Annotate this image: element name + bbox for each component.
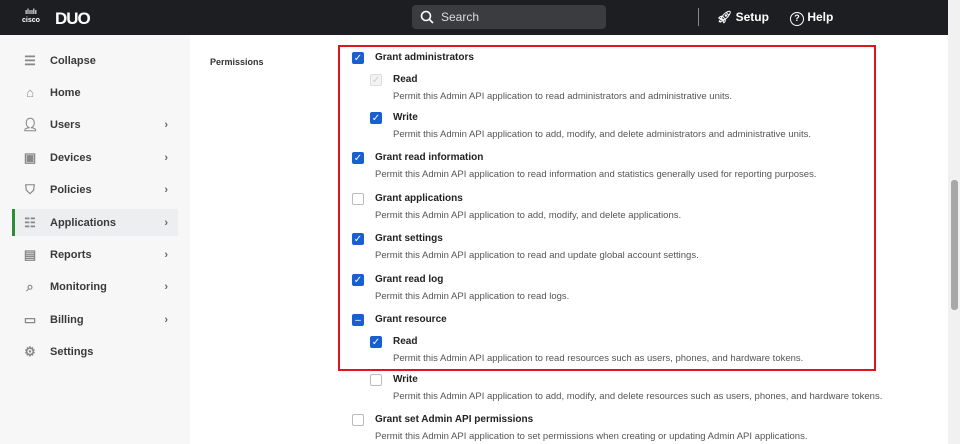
help-button[interactable]: ? Help [790, 10, 833, 26]
chevron-right-icon: › [164, 183, 168, 196]
sidebar-item-collapse[interactable]: ☰ Collapse [12, 47, 178, 74]
menu-icon: ☰ [24, 52, 36, 68]
sidebar-item-label: Monitoring [50, 280, 107, 293]
setup-button[interactable]: 🚀︎ Setup [717, 10, 769, 24]
permission-title: Write [393, 374, 418, 385]
sidebar-item-devices[interactable]: ▣ Devices › [12, 144, 178, 171]
shield-icon: ⛉ [25, 181, 35, 197]
setup-label: Setup [735, 10, 769, 24]
sidebar-item-label: Applications [50, 216, 117, 229]
divider [698, 8, 699, 26]
sidebar-item-users[interactable]: 👤︎ Users › [12, 111, 178, 138]
applications-icon: ☷ [24, 214, 36, 230]
permissions-label: Permissions [210, 57, 264, 67]
help-icon: ? [790, 12, 804, 26]
chevron-right-icon: › [164, 118, 168, 131]
home-icon: ⌂ [26, 84, 34, 100]
chevron-right-icon: › [164, 280, 168, 293]
checkbox[interactable] [370, 374, 382, 386]
sidebar-item-label: Devices [50, 151, 92, 164]
chevron-right-icon: › [164, 151, 168, 164]
billing-icon: ▭ [23, 311, 37, 327]
chevron-right-icon: › [164, 313, 168, 326]
sidebar-item-applications[interactable]: ☷ Applications › [12, 209, 178, 236]
chevron-right-icon: › [164, 248, 168, 261]
monitoring-icon: ⌕ [26, 278, 34, 294]
sidebar-item-home[interactable]: ⌂ Home [12, 79, 178, 106]
permission-description: Permit this Admin API application to set… [375, 431, 808, 442]
sidebar-item-policies[interactable]: ⛉ Policies › [12, 176, 178, 203]
help-label: Help [807, 10, 834, 24]
sidebar-item-monitoring[interactable]: ⌕ Monitoring › [12, 273, 178, 300]
sidebar-item-label: Users [50, 118, 81, 131]
search-input[interactable]: Search [412, 5, 606, 29]
search-placeholder: Search [441, 10, 480, 24]
sidebar-item-settings[interactable]: ⚙ Settings [12, 338, 178, 365]
sidebar-item-label: Policies [50, 183, 92, 196]
duo-logo[interactable]: DUO [55, 9, 91, 29]
users-icon: 👤︎ [22, 116, 39, 132]
sidebar-item-label: Settings [50, 345, 94, 358]
scrollbar-thumb[interactable] [951, 180, 958, 310]
permission-title: Grant set Admin API permissions [375, 414, 534, 425]
devices-icon: ▣ [23, 149, 37, 165]
search-icon [420, 10, 434, 24]
chevron-right-icon: › [164, 216, 168, 229]
permission-description: Permit this Admin API application to add… [393, 391, 883, 402]
checkbox[interactable] [352, 414, 364, 426]
rocket-icon: 🚀︎ [717, 10, 733, 24]
sidebar-item-label: Reports [50, 248, 92, 261]
cisco-logo: ılıılı cisco [22, 9, 40, 24]
sidebar-item-label: Billing [50, 313, 84, 326]
gear-icon: ⚙ [24, 343, 36, 359]
sidebar-item-label: Collapse [50, 54, 96, 67]
reports-icon: ▤ [23, 246, 37, 262]
highlight-box [338, 45, 876, 371]
sidebar-item-billing[interactable]: ▭ Billing › [12, 306, 178, 333]
sidebar-item-label: Home [50, 86, 81, 99]
sidebar: ☰ Collapse ⌂ Home 👤︎ Users › ▣ Devices › ⛉ Policies… [0, 35, 190, 444]
top-bar: ılıılı cisco DUO Search 🚀︎ Setup ? Help [0, 0, 948, 35]
sidebar-item-reports[interactable]: ▤ Reports › [12, 241, 178, 268]
